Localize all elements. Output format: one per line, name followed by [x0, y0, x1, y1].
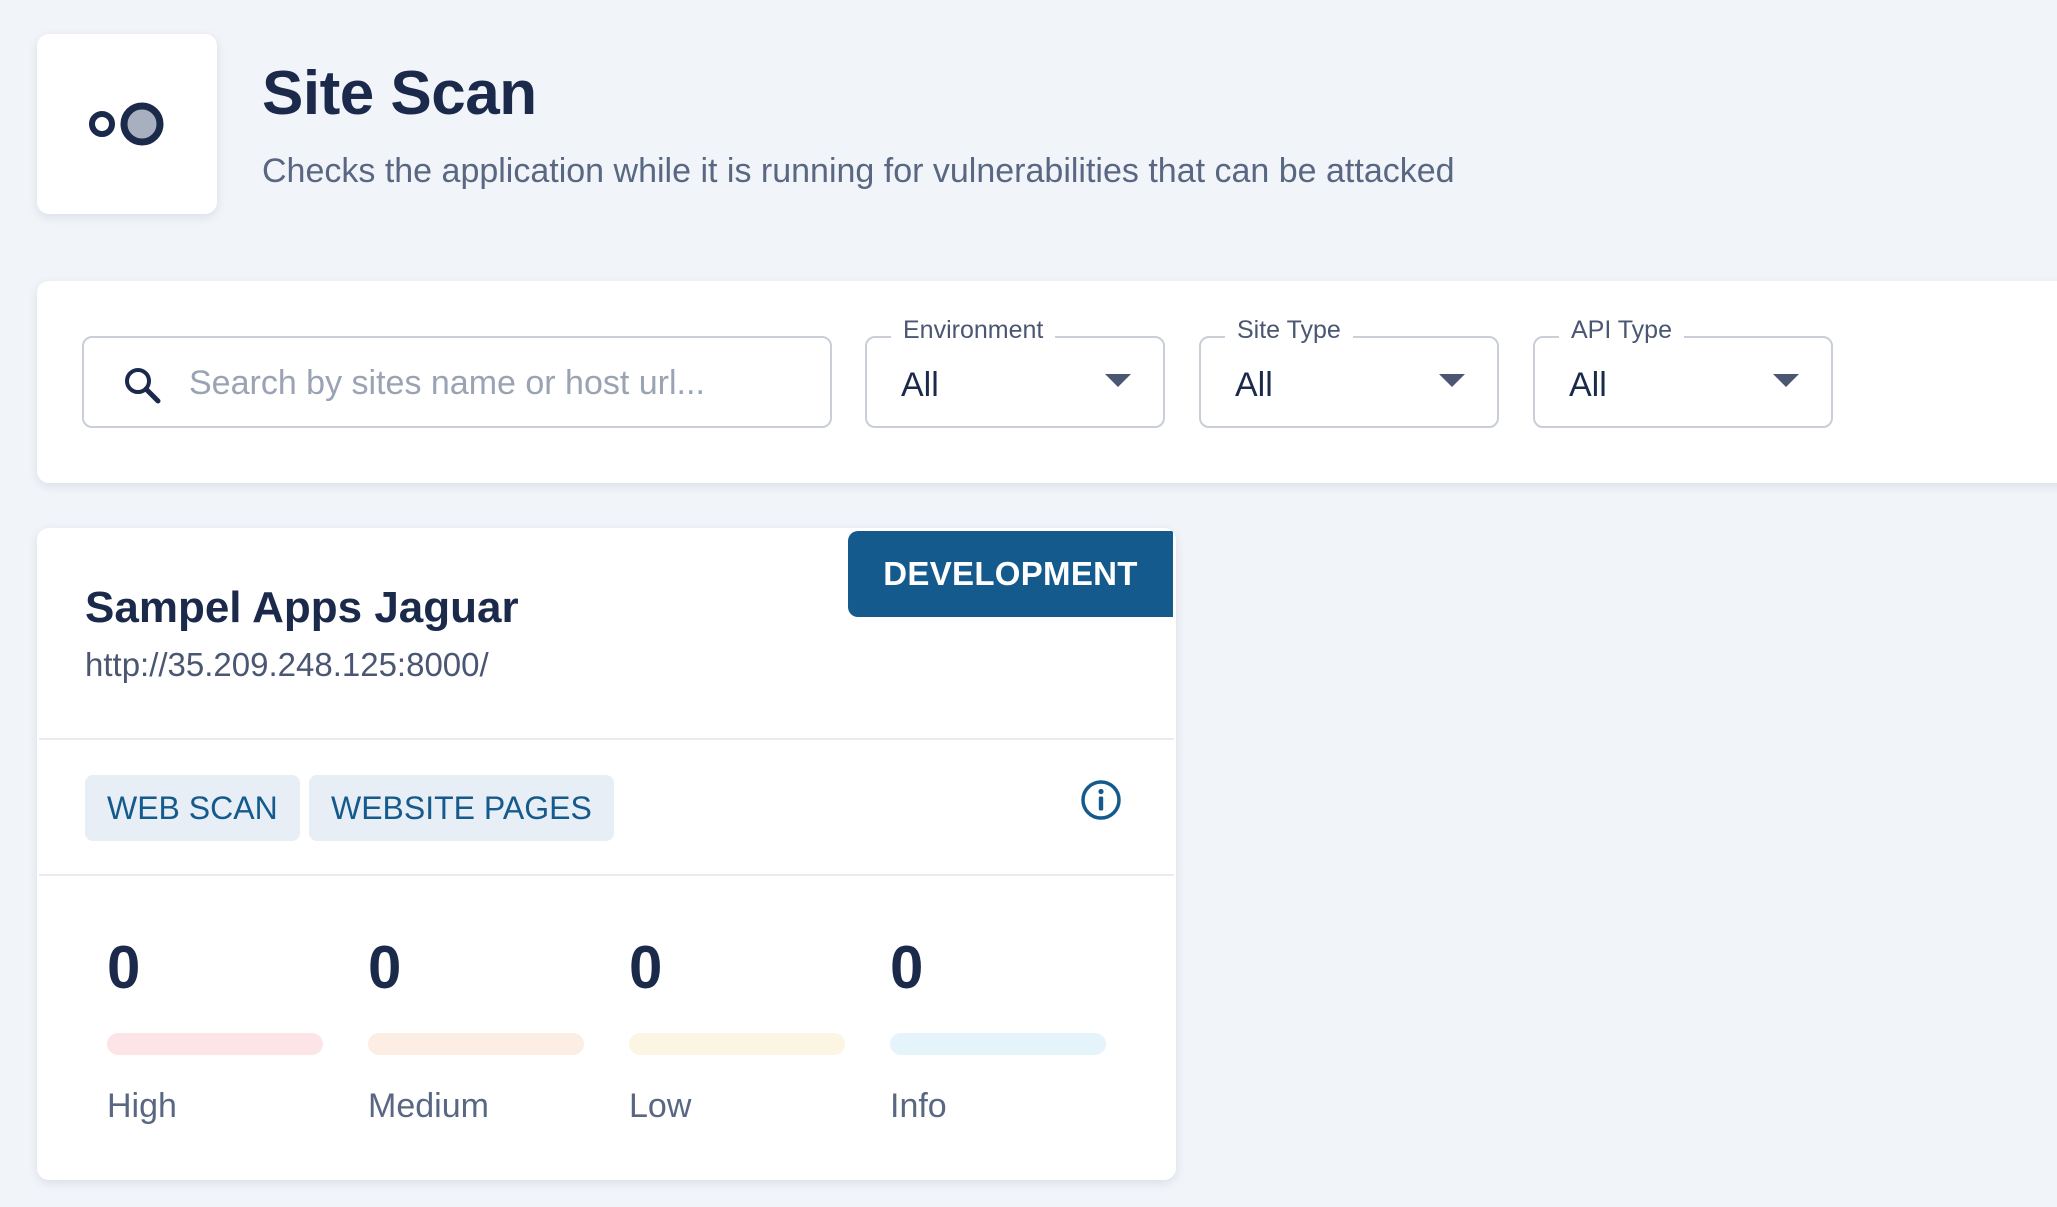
environment-select[interactable]: Environment All: [865, 316, 1165, 428]
page-header: Site Scan Checks the application while i…: [37, 34, 1937, 214]
stat-medium: 0 Medium: [368, 933, 584, 1126]
search-icon: [125, 368, 161, 404]
site-type-label: Site Type: [1225, 316, 1353, 345]
site-type-select[interactable]: Site Type All: [1199, 316, 1499, 428]
divider: [39, 738, 1174, 740]
stat-medium-bar: [368, 1033, 584, 1055]
stat-high-label: High: [107, 1087, 177, 1125]
site-type-value: All: [1235, 366, 1273, 404]
stat-info: 0 Info: [890, 933, 1106, 1126]
api-type-value: All: [1569, 366, 1607, 404]
environment-badge: DEVELOPMENT: [848, 531, 1173, 617]
stat-low-label: Low: [629, 1087, 692, 1125]
stat-info-label: Info: [890, 1087, 947, 1125]
chevron-down-icon: [1773, 374, 1799, 387]
website-pages-chip[interactable]: WEBSITE PAGES: [309, 775, 614, 841]
divider: [39, 874, 1174, 876]
stat-low-bar: [629, 1033, 845, 1055]
filter-bar: Search by sites name or host url... Envi…: [37, 281, 2057, 483]
chevron-down-icon: [1439, 374, 1465, 387]
stat-low-value: 0: [629, 934, 663, 1001]
stat-medium-value: 0: [368, 934, 402, 1001]
api-type-label: API Type: [1559, 316, 1684, 345]
stat-info-bar: [890, 1033, 1106, 1055]
environment-value: All: [901, 366, 939, 404]
page-subtitle: Checks the application while it is runni…: [262, 152, 1455, 190]
page-title: Site Scan: [262, 59, 537, 128]
stat-low: 0 Low: [629, 933, 845, 1126]
stat-high: 0 High: [107, 933, 323, 1126]
environment-label: Environment: [891, 316, 1056, 345]
search-placeholder: Search by sites name or host url...: [189, 364, 705, 402]
app-logo: [37, 34, 217, 214]
site-name[interactable]: Sampel Apps Jaguar: [85, 583, 519, 633]
site-card[interactable]: DEVELOPMENT Sampel Apps Jaguar http://35…: [37, 528, 1176, 1180]
site-url: http://35.209.248.125:8000/: [85, 646, 489, 683]
stat-high-value: 0: [107, 934, 141, 1001]
scan-logo-icon: [89, 102, 164, 146]
chevron-down-icon: [1105, 374, 1131, 387]
web-scan-chip[interactable]: WEB SCAN: [85, 775, 300, 841]
info-icon[interactable]: [1079, 778, 1123, 822]
stat-medium-label: Medium: [368, 1087, 489, 1125]
stat-high-bar: [107, 1033, 323, 1055]
search-input[interactable]: Search by sites name or host url...: [82, 336, 832, 428]
stat-info-value: 0: [890, 934, 924, 1001]
api-type-select[interactable]: API Type All: [1533, 316, 1833, 428]
